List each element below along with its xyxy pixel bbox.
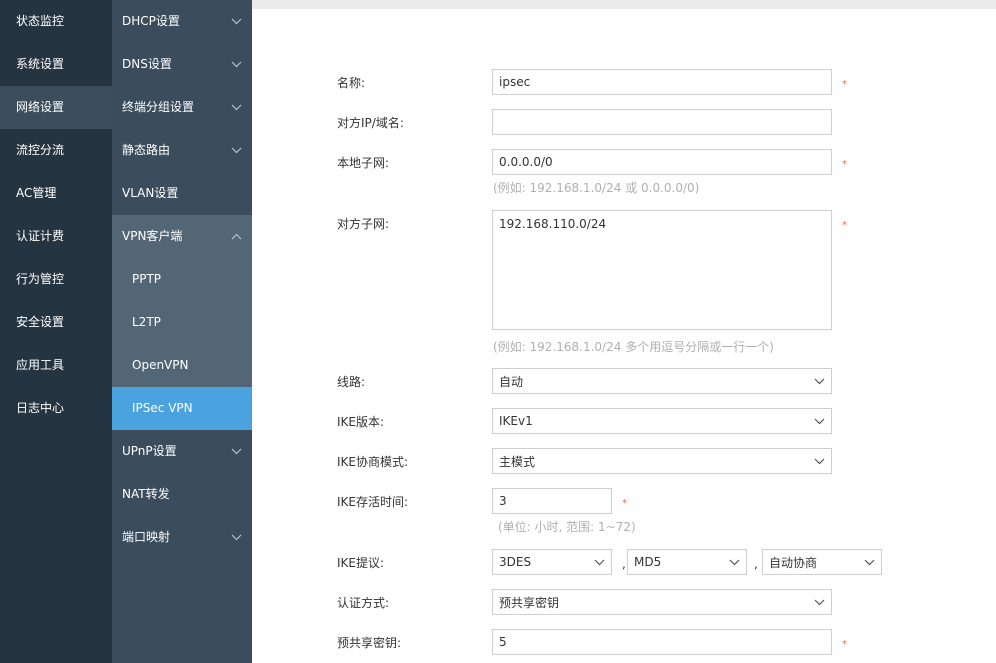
ike-mode-select[interactable]: 主模式 [492,448,832,474]
nav-static-route-label: 静态路由 [122,143,171,157]
line-value: 自动 [499,374,524,389]
ike-hash-select[interactable]: MD5 [627,549,747,575]
nav-dhcp[interactable]: DHCP设置 [112,0,252,43]
nav-upnp-label: UPnP设置 [122,444,177,458]
ike-lifetime-input[interactable]: 3 [492,488,612,514]
chevron-down-icon [231,86,242,129]
name-value: ipsec [499,75,531,89]
ike-version-value: IKEv1 [499,414,533,428]
nav-primary-item[interactable]: 状态监控 [0,0,112,43]
nav-dhcp-label: DHCP设置 [122,14,180,28]
required-mark: * [842,159,847,170]
name-label: 名称: [337,76,366,90]
line-select[interactable]: 自动 [492,368,832,394]
nav-dns[interactable]: DNS设置 [112,43,252,86]
required-mark: * [842,639,847,650]
peer-subnet-label: 对方子网: [337,217,390,231]
peer-subnet-textarea[interactable]: 192.168.110.0/24 [492,210,832,330]
ike-lifetime-hint: (单位: 小时, 范围: 1~72) [498,520,636,534]
psk-input[interactable]: 5 [492,629,832,655]
nav-vpn-client-label: VPN客户端 [122,229,183,243]
required-mark: * [842,79,847,90]
nav-primary-item[interactable]: 行为管控 [0,258,112,301]
peer-subnet-value: 192.168.110.0/24 [499,217,607,231]
nav-vlan-label: VLAN设置 [122,186,179,200]
chevron-down-icon [814,378,825,385]
secondary-nav: DHCP设置 DNS设置 终端分组设置 静态路由 VLAN设置 VPN客户端 P… [112,0,252,663]
ike-version-label: IKE版本: [337,415,385,429]
nav-dns-label: DNS设置 [122,57,172,71]
chevron-down-icon [814,418,825,425]
auth-method-select[interactable]: 预共享密钥 [492,589,832,615]
ike-mode-label: IKE协商模式: [337,455,409,469]
psk-label: 预共享密钥: [337,636,402,650]
nav-nat[interactable]: NAT转发 [112,473,252,516]
ike-version-select[interactable]: IKEv1 [492,408,832,434]
chevron-down-icon [231,0,242,43]
ike-hash-value: MD5 [634,555,662,569]
nav-primary-item[interactable]: AC管理 [0,172,112,215]
nav-sub-pptp[interactable]: PPTP [112,258,252,301]
local-subnet-value: 0.0.0.0/0 [499,155,553,169]
required-mark: * [842,220,847,231]
ike-lifetime-value: 3 [499,494,507,508]
nav-primary-item[interactable]: 系统设置 [0,43,112,86]
nav-primary-item[interactable]: 认证计费 [0,215,112,258]
nav-sub-openvpn[interactable]: OpenVPN [112,344,252,387]
ike-mode-value: 主模式 [499,454,536,469]
chevron-down-icon [814,458,825,465]
chevron-down-icon [231,516,242,559]
nav-upnp[interactable]: UPnP设置 [112,430,252,473]
primary-nav: 状态监控 系统设置 网络设置 流控分流 AC管理 认证计费 行为管控 安全设置 应用工具 日志中心 [0,0,112,663]
name-input[interactable]: ipsec [492,69,832,95]
nav-primary-item[interactable]: 网络设置 [0,86,112,129]
local-subnet-input[interactable]: 0.0.0.0/0 [492,149,832,175]
top-strip [252,0,996,9]
chevron-down-icon [594,559,605,566]
chevron-down-icon [814,599,825,606]
ike-enc-select[interactable]: 3DES [492,549,612,575]
ike-proposal-label: IKE提议: [337,556,385,570]
nav-terminal-group-label: 终端分组设置 [122,100,195,114]
line-label: 线路: [337,375,366,389]
peer-input[interactable] [492,109,832,135]
nav-primary-item[interactable]: 应用工具 [0,344,112,387]
chevron-down-icon [864,559,875,566]
nav-vlan[interactable]: VLAN设置 [112,172,252,215]
nav-sub-l2tp[interactable]: L2TP [112,301,252,344]
ike-dh-value: 自动协商 [769,555,818,570]
chevron-down-icon [231,129,242,172]
chevron-up-icon [231,215,242,258]
nav-port-map-label: 端口映射 [122,530,171,544]
auth-method-value: 预共享密钥 [499,595,560,610]
nav-primary-item[interactable]: 流控分流 [0,129,112,172]
chevron-down-icon [231,430,242,473]
nav-sub-ipsec-vpn[interactable]: IPSec VPN [112,387,252,430]
chevron-down-icon [231,43,242,86]
nav-primary-item[interactable]: 安全设置 [0,301,112,344]
peer-subnet-hint: (例如: 192.168.1.0/24 多个用逗号分隔或一行一个) [493,340,774,354]
peer-label: 对方IP/域名: [337,116,404,130]
proposal-separator: , [622,557,626,571]
local-subnet-label: 本地子网: [337,156,390,170]
vpn-client-group: VPN客户端 PPTP L2TP OpenVPN IPSec VPN [112,215,252,430]
auth-method-label: 认证方式: [337,596,390,610]
local-subnet-hint: (例如: 192.168.1.0/24 或 0.0.0.0/0) [493,181,700,195]
nav-vpn-client[interactable]: VPN客户端 [112,215,252,258]
nav-port-map[interactable]: 端口映射 [112,516,252,559]
required-mark: * [622,498,627,509]
nav-terminal-group[interactable]: 终端分组设置 [112,86,252,129]
nav-nat-label: NAT转发 [122,487,170,501]
ike-dh-select[interactable]: 自动协商 [762,549,882,575]
chevron-down-icon [729,559,740,566]
proposal-separator: , [754,557,758,571]
ike-enc-value: 3DES [499,555,532,569]
nav-static-route[interactable]: 静态路由 [112,129,252,172]
ike-lifetime-label: IKE存活时间: [337,495,409,509]
ipsec-form: 名称: ipsec * 对方IP/域名: 本地子网: 0.0.0.0/0 * (… [252,9,996,663]
psk-value: 5 [499,635,507,649]
nav-primary-item[interactable]: 日志中心 [0,387,112,430]
